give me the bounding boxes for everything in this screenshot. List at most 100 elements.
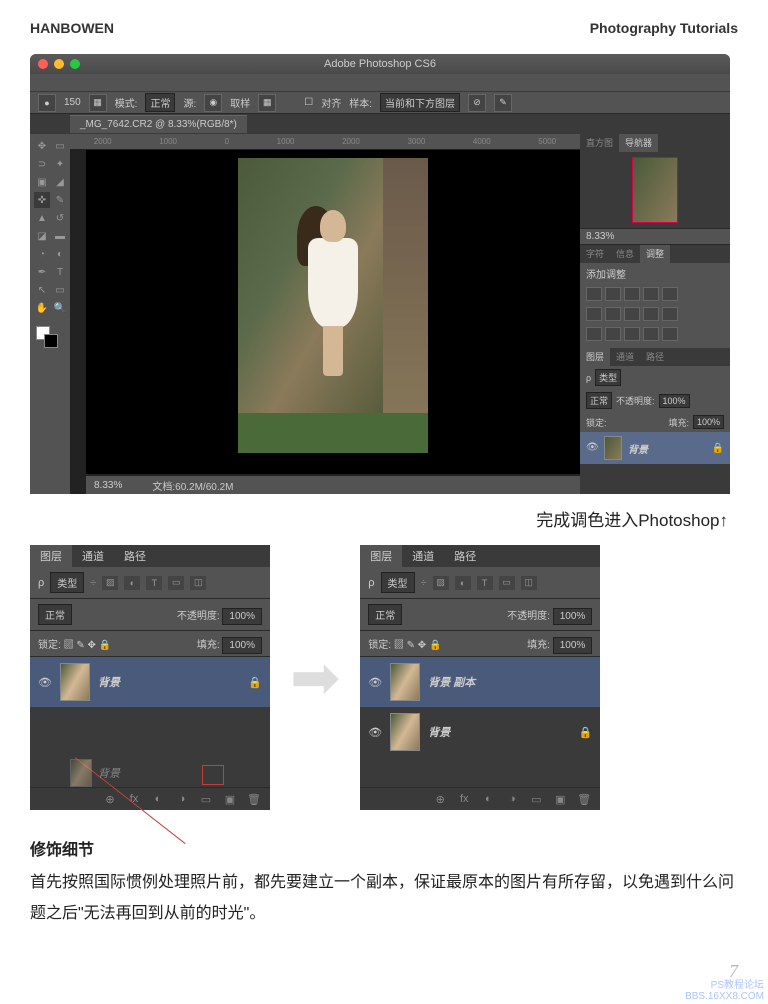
adj-vibrance-icon[interactable]: [662, 287, 678, 301]
sample-mode-select[interactable]: 当前和下方图层: [380, 93, 460, 112]
opacity-field[interactable]: 100%: [553, 608, 593, 625]
adj-curves-icon[interactable]: [624, 287, 640, 301]
hand-tool-icon[interactable]: ✋: [34, 300, 50, 316]
fx-icon[interactable]: fx: [456, 792, 472, 806]
type-tool-icon[interactable]: T: [52, 264, 68, 280]
opacity-field[interactable]: 100%: [222, 608, 262, 625]
mask-icon[interactable]: ◐: [150, 792, 166, 806]
lock-all-icon[interactable]: 🔒: [429, 640, 441, 651]
trash-icon[interactable]: 🗑: [576, 792, 592, 806]
adj-channel-mix-icon[interactable]: [662, 307, 678, 321]
tab-info[interactable]: 信息: [610, 245, 640, 263]
filter-pixel-icon[interactable]: ▨: [433, 576, 449, 590]
filter-shape-icon[interactable]: ▭: [499, 576, 515, 590]
wand-tool-icon[interactable]: ✦: [52, 156, 68, 172]
lock-position-icon[interactable]: ✥: [418, 640, 426, 651]
tab-adjustments[interactable]: 调整: [640, 245, 670, 263]
blend-mode-select[interactable]: 正常: [368, 604, 402, 625]
source-pattern-icon[interactable]: ▦: [258, 94, 276, 112]
brush-tool-icon[interactable]: ✎: [52, 192, 68, 208]
eyedropper-tool-icon[interactable]: ◢: [52, 174, 68, 190]
blend-mode[interactable]: 正常: [586, 392, 612, 409]
adj-exposure-icon[interactable]: [643, 287, 659, 301]
heal-brush-tool-icon[interactable]: ✜: [34, 192, 50, 208]
layer-row-background[interactable]: 👁 背景 🔒: [580, 432, 730, 464]
adjustment-icon[interactable]: ◑: [174, 792, 190, 806]
tab-histogram[interactable]: 直方图: [580, 134, 619, 152]
fill-field[interactable]: 100%: [693, 415, 724, 429]
blend-mode-select[interactable]: 正常: [145, 93, 175, 112]
opacity-field[interactable]: 100%: [659, 394, 690, 408]
adj-gradient-map-icon[interactable]: [643, 327, 659, 341]
lasso-tool-icon[interactable]: ⊃: [34, 156, 50, 172]
brush-preview-icon[interactable]: ●: [38, 94, 56, 112]
visibility-icon[interactable]: 👁: [368, 676, 382, 689]
filter-type-select[interactable]: 类型: [381, 572, 415, 593]
maximize-icon[interactable]: [70, 59, 80, 69]
move-tool-icon[interactable]: ✥: [34, 138, 50, 154]
tab-paths[interactable]: 路径: [444, 545, 486, 567]
filter-smart-icon[interactable]: ◫: [190, 576, 206, 590]
gradient-tool-icon[interactable]: ▬: [52, 228, 68, 244]
blur-tool-icon[interactable]: ◔: [34, 246, 50, 262]
background-swatch[interactable]: [44, 334, 58, 348]
blend-mode-select[interactable]: 正常: [38, 604, 72, 625]
visibility-icon[interactable]: 👁: [368, 726, 382, 739]
adj-balance-icon[interactable]: [605, 307, 621, 321]
layer-row-copy[interactable]: 👁 背景 副本: [360, 657, 600, 707]
pen-tool-icon[interactable]: ✒: [34, 264, 50, 280]
marquee-tool-icon[interactable]: ▭: [52, 138, 68, 154]
navigator-zoom[interactable]: 8.33%: [580, 228, 730, 245]
eraser-tool-icon[interactable]: ◪: [34, 228, 50, 244]
mask-icon[interactable]: ◐: [480, 792, 496, 806]
stamp-tool-icon[interactable]: ▲: [34, 210, 50, 226]
tab-layers[interactable]: 图层: [580, 348, 610, 366]
canvas-photo[interactable]: [238, 158, 428, 453]
lock-paint-icon[interactable]: ✎: [76, 640, 84, 651]
tab-paths[interactable]: 路径: [640, 348, 670, 366]
filter-adjust-icon[interactable]: ◐: [455, 576, 471, 590]
document-tab[interactable]: _MG_7642.CR2 @ 8.33%(RGB/8*): [70, 115, 247, 133]
group-icon[interactable]: ▭: [198, 792, 214, 806]
brush-settings-icon[interactable]: ▦: [89, 94, 107, 112]
fill-field[interactable]: 100%: [553, 637, 593, 654]
navigator-thumbnail[interactable]: [580, 152, 730, 228]
fill-field[interactable]: 100%: [222, 637, 262, 654]
filter-shape-icon[interactable]: ▭: [168, 576, 184, 590]
shape-tool-icon[interactable]: ▭: [52, 282, 68, 298]
group-icon[interactable]: ▭: [528, 792, 544, 806]
new-layer-icon[interactable]: ▣: [552, 792, 568, 806]
adj-levels-icon[interactable]: [605, 287, 621, 301]
brush-size[interactable]: 150: [64, 97, 81, 108]
pressure-icon[interactable]: ✎: [494, 94, 512, 112]
tab-channels[interactable]: 通道: [72, 545, 114, 567]
history-brush-tool-icon[interactable]: ↺: [52, 210, 68, 226]
link-layers-icon[interactable]: ⊕: [432, 792, 448, 806]
color-swatches[interactable]: [34, 326, 68, 350]
visibility-icon[interactable]: 👁: [38, 676, 52, 689]
lock-paint-icon[interactable]: ✎: [407, 640, 415, 651]
link-layers-icon[interactable]: ⊕: [102, 792, 118, 806]
tab-channels[interactable]: 通道: [610, 348, 640, 366]
adj-photo-filter-icon[interactable]: [643, 307, 659, 321]
adjustment-icon[interactable]: ◑: [504, 792, 520, 806]
adj-invert-icon[interactable]: [586, 327, 602, 341]
crop-tool-icon[interactable]: ▣: [34, 174, 50, 190]
new-layer-icon[interactable]: ▣: [222, 792, 238, 806]
adj-selective-icon[interactable]: [662, 327, 678, 341]
filter-type-icon[interactable]: T: [477, 576, 493, 590]
filter-adjust-icon[interactable]: ◐: [124, 576, 140, 590]
lock-transparent-icon[interactable]: ▨: [64, 640, 74, 651]
filter-smart-icon[interactable]: ◫: [521, 576, 537, 590]
lock-transparent-icon[interactable]: ▨: [394, 640, 404, 651]
layer-row-background[interactable]: 👁 背景 🔒: [30, 657, 270, 707]
dodge-tool-icon[interactable]: ◐: [52, 246, 68, 262]
filter-icon[interactable]: ρ: [368, 577, 374, 589]
tab-channels[interactable]: 通道: [402, 545, 444, 567]
adj-threshold-icon[interactable]: [624, 327, 640, 341]
filter-type-icon[interactable]: T: [146, 576, 162, 590]
filter-type-select[interactable]: 类型: [50, 572, 84, 593]
trash-icon[interactable]: 🗑: [246, 792, 262, 806]
adj-bw-icon[interactable]: [624, 307, 640, 321]
source-sampled-icon[interactable]: ◉: [204, 94, 222, 112]
